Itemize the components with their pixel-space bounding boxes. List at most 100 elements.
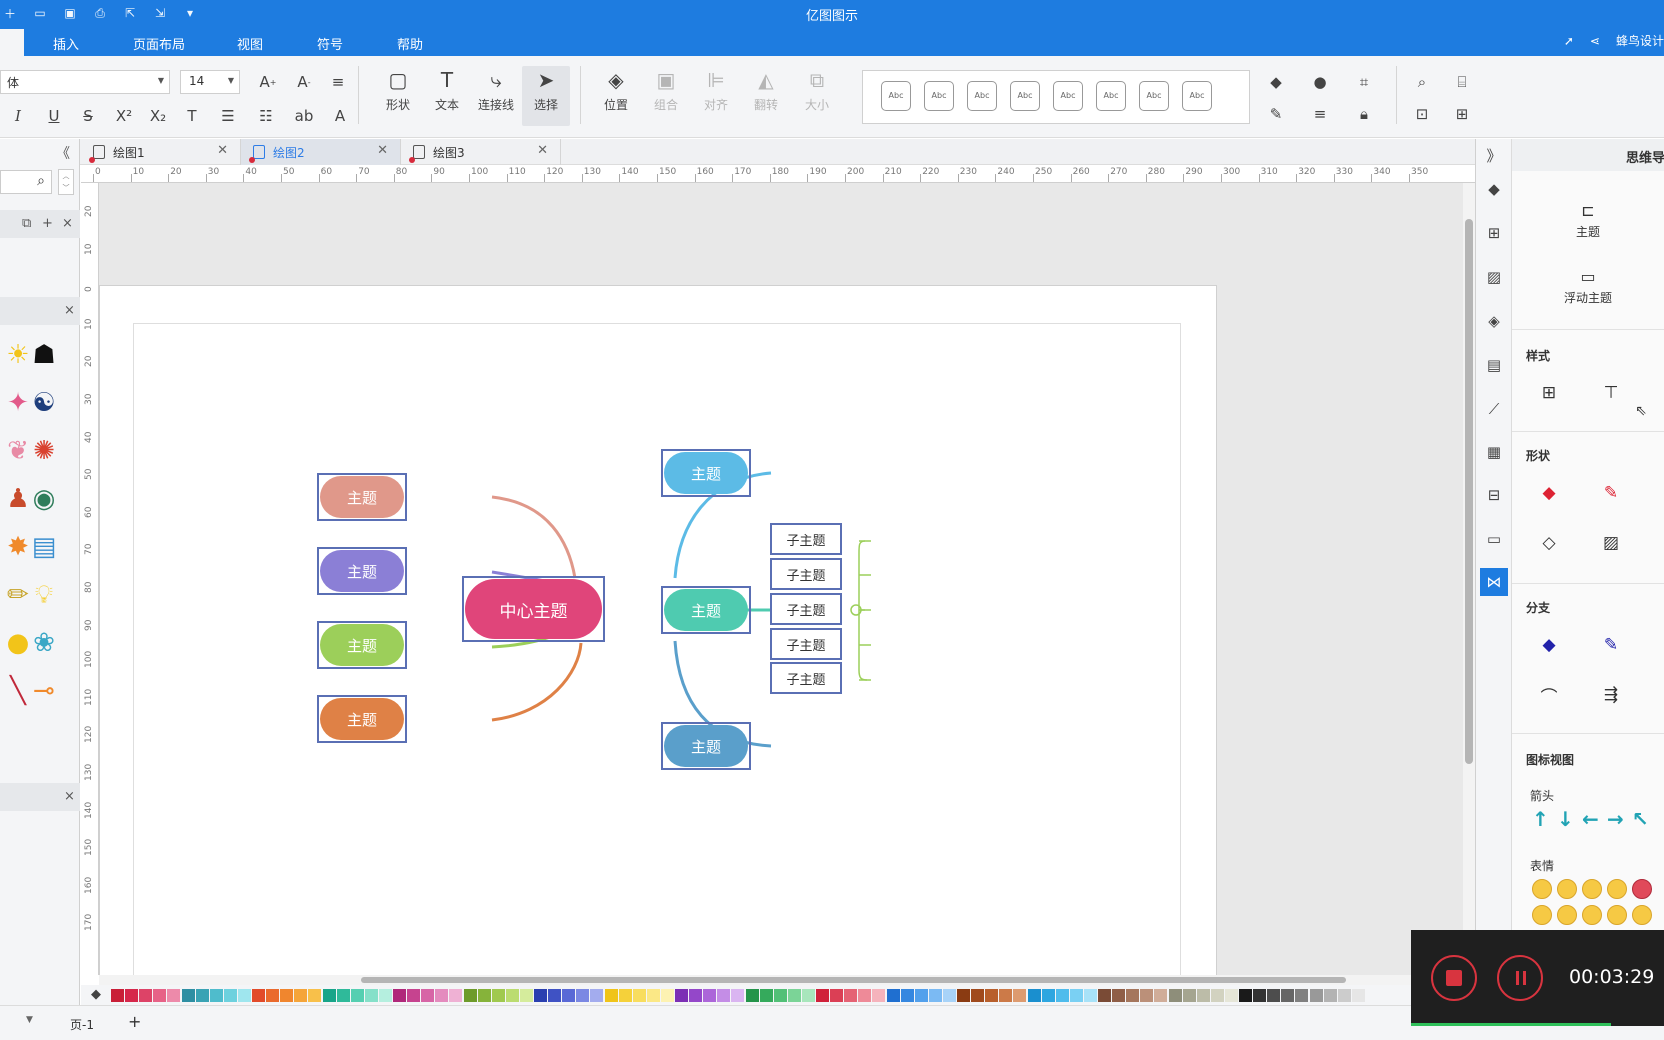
search-icon[interactable]: ⌕ <box>1410 70 1434 94</box>
subtopic-2[interactable]: 子主题 <box>770 558 842 590</box>
subtopic-5[interactable]: 子主题 <box>770 662 842 694</box>
color-swatch[interactable] <box>378 989 392 1002</box>
color-swatch[interactable] <box>407 989 421 1002</box>
page-tab[interactable]: 页-1 <box>70 1016 94 1033</box>
color-swatch[interactable] <box>886 989 900 1002</box>
color-swatch[interactable] <box>872 989 886 1002</box>
color-swatch[interactable] <box>421 989 435 1002</box>
left-topic-1[interactable]: 主题 <box>320 476 404 518</box>
color-swatch[interactable] <box>125 989 139 1002</box>
library-export-icon[interactable]: ⧉ <box>22 216 31 231</box>
layout-tree-icon[interactable]: ⊤ <box>1594 379 1628 407</box>
emoji-neutral-icon[interactable] <box>1582 879 1602 899</box>
decrease-font-icon[interactable]: A- <box>292 70 316 94</box>
style-preset-2[interactable]: Abc <box>924 81 954 111</box>
color-swatch[interactable] <box>1041 989 1055 1002</box>
color-swatch[interactable] <box>435 989 449 1002</box>
pin-icon[interactable]: ⊸ <box>26 671 62 711</box>
color-swatch[interactable] <box>167 989 181 1002</box>
scrollbar-thumb[interactable] <box>1465 219 1473 764</box>
horizontal-scrollbar[interactable] <box>99 975 1463 985</box>
color-swatch[interactable] <box>463 989 477 1002</box>
fill-bucket-icon[interactable]: ◆ <box>91 987 101 1002</box>
shape-fill-icon[interactable]: ◆ <box>1532 479 1566 507</box>
central-topic[interactable]: 中心主题 <box>465 579 602 639</box>
color-swatch[interactable] <box>308 989 322 1002</box>
stop-recording-button[interactable] <box>1431 955 1477 1001</box>
color-swatch[interactable] <box>209 989 223 1002</box>
menu-help[interactable]: 帮助 <box>397 34 423 53</box>
menu-page-layout[interactable]: 页面布局 <box>133 34 185 53</box>
color-swatch[interactable] <box>237 989 251 1002</box>
text-tool-button[interactable]: T 文本 <box>423 66 471 126</box>
shape-tool-button[interactable]: ▢ 形状 <box>374 66 422 126</box>
color-swatch[interactable] <box>773 989 787 1002</box>
menu-view[interactable]: 视图 <box>237 34 263 53</box>
color-swatch[interactable] <box>449 989 463 1002</box>
menu-symbol[interactable]: 符号 <box>317 34 343 53</box>
color-swatch[interactable] <box>759 989 773 1002</box>
arrow-right-icon[interactable]: → <box>1607 807 1624 831</box>
right-topic-3[interactable]: 主题 <box>664 725 748 767</box>
lightbulb-icon[interactable]: 💡︎ <box>26 575 62 615</box>
subtopic-4[interactable]: 子主题 <box>770 628 842 660</box>
tab-drawing-1[interactable]: 绘图1 ✕ <box>81 139 241 165</box>
color-swatch[interactable] <box>731 989 745 1002</box>
left-topic-3[interactable]: 主题 <box>320 624 404 666</box>
table-icon[interactable]: ▦ <box>1480 438 1508 466</box>
text-case-icon[interactable]: ab <box>292 104 316 128</box>
color-swatch[interactable] <box>604 989 618 1002</box>
library-scroll-stepper[interactable]: ︿ ﹀ <box>58 169 74 195</box>
plant-icon[interactable]: ❀ <box>26 623 62 663</box>
shape-style-icon[interactable]: ◇ <box>1532 529 1566 557</box>
color-swatch[interactable] <box>252 989 265 1002</box>
drawing-canvas[interactable]: 主题 主题 主题 主题 中心主题 主题 主题 主题 子主题 子主题 子主题 子主… <box>99 183 1463 975</box>
org-chart-icon[interactable]: ⊟ <box>1480 481 1508 509</box>
style-preset-6[interactable]: Abc <box>1096 81 1126 111</box>
underline-icon[interactable]: U <box>42 104 66 128</box>
brain-head-icon[interactable]: ☯ <box>26 383 62 423</box>
color-swatch[interactable] <box>900 989 914 1002</box>
color-swatch[interactable] <box>985 989 999 1002</box>
color-swatch[interactable] <box>717 989 731 1002</box>
color-swatch[interactable] <box>1309 989 1323 1002</box>
color-swatch[interactable] <box>618 989 632 1002</box>
fill-bucket-icon[interactable]: ◆ <box>1264 70 1288 94</box>
expand-right-icon[interactable]: 》 <box>1480 141 1508 169</box>
color-swatch[interactable] <box>1126 989 1140 1002</box>
image-icon[interactable]: ▨ <box>1480 263 1508 291</box>
color-swatch[interactable] <box>534 989 547 1002</box>
share-icon[interactable]: ⋖ <box>1590 34 1600 48</box>
close-icon[interactable]: × <box>64 303 75 318</box>
position-button[interactable]: ◈ 位置 <box>592 66 640 126</box>
right-topic-2[interactable]: 主题 <box>664 589 748 631</box>
emoji-grin-icon[interactable] <box>1532 879 1552 899</box>
align-button[interactable]: ⊫ 对齐 <box>692 66 740 126</box>
color-swatch[interactable] <box>646 989 660 1002</box>
style-preset-3[interactable]: Abc <box>967 81 997 111</box>
emoji-unamused-icon[interactable] <box>1607 879 1627 899</box>
color-swatch[interactable] <box>1351 989 1365 1002</box>
eye-icon[interactable]: ◉ <box>26 479 62 519</box>
color-swatch[interactable] <box>675 989 688 1002</box>
vertical-scrollbar[interactable] <box>1463 183 1475 975</box>
snap-icon[interactable]: ⊞ <box>1450 102 1474 126</box>
color-swatch[interactable] <box>1055 989 1069 1002</box>
color-swatch[interactable] <box>1281 989 1295 1002</box>
color-swatch[interactable] <box>830 989 844 1002</box>
lock-icon[interactable]: 🔒︎ <box>1352 102 1376 126</box>
add-page-button[interactable]: + <box>128 1012 141 1031</box>
font-size-select[interactable]: 14 ▼ <box>180 70 240 94</box>
insert-topic-button[interactable]: ⊏ 主题 <box>1564 199 1612 240</box>
send-icon[interactable]: ➚ <box>1564 34 1574 48</box>
italic-icon[interactable]: I <box>6 104 30 128</box>
arrow-left-icon[interactable]: ← <box>1582 807 1599 831</box>
connector-tool-button[interactable]: ⤷ 连接线 <box>472 66 520 126</box>
color-swatch[interactable] <box>660 989 674 1002</box>
grid-icon[interactable]: ⊞ <box>1480 219 1508 247</box>
page-dropdown-icon[interactable]: ▼ <box>26 1015 33 1025</box>
color-swatch[interactable] <box>181 989 195 1002</box>
fill-icon[interactable]: ◆ <box>1480 175 1508 203</box>
branch-fill-icon[interactable]: ◆ <box>1532 631 1566 659</box>
emoji-heart-eyes-icon[interactable] <box>1632 905 1652 925</box>
